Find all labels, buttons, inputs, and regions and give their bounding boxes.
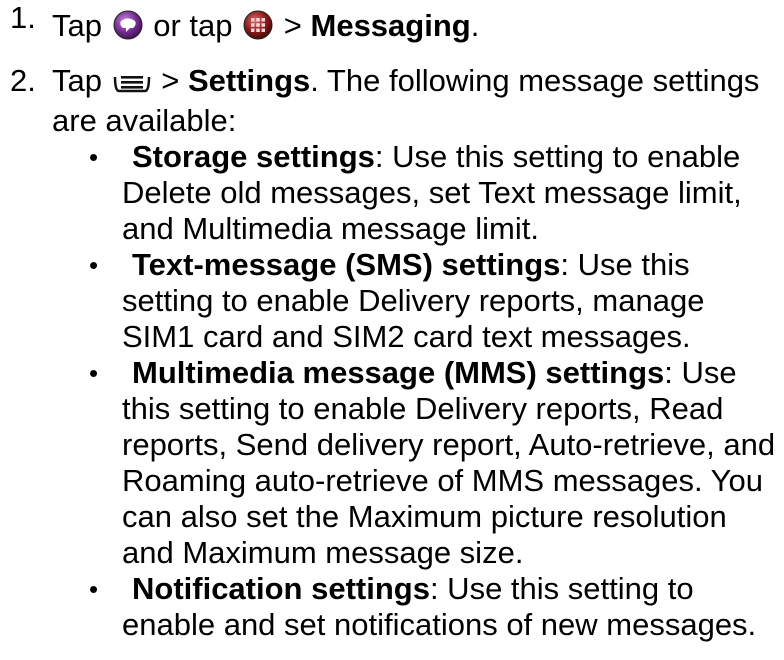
step-text: .	[470, 8, 480, 43]
step-text: >	[283, 8, 302, 43]
step-text: or tap	[153, 8, 233, 43]
setting-title: Multimedia message (MMS) settings	[132, 355, 665, 390]
menu-path-settings: Settings	[187, 63, 311, 98]
bullet-icon: •	[89, 250, 99, 280]
setting-title: Notification settings	[132, 571, 430, 606]
bullet-icon: •	[89, 358, 99, 388]
step-text: Tap	[52, 8, 102, 43]
bullet-icon: •	[89, 574, 99, 604]
list-item: • Multimedia message (MMS) settings: Use…	[52, 355, 784, 571]
menu-key-icon	[113, 67, 151, 103]
setting-title: Storage settings	[132, 139, 375, 174]
list-item: • Storage settings: Use this setting to …	[52, 139, 784, 247]
list-item: • Text-message (SMS) settings: Use this …	[52, 247, 784, 355]
bullet-icon: •	[89, 142, 99, 172]
step-number: 1.	[10, 0, 36, 35]
step-text: >	[161, 63, 180, 98]
step-1: 1. Tap or tap > Messaging.	[0, 0, 784, 48]
step-text: . The following message settings are ava…	[52, 63, 760, 138]
menu-path-messaging: Messaging	[310, 8, 471, 43]
step-number: 2.	[10, 63, 36, 98]
step-text: Tap	[52, 63, 102, 98]
step-2: 2. Tap > Settings. The following message…	[0, 63, 784, 643]
list-item: • Notification settings: Use this settin…	[52, 571, 784, 643]
settings-list: • Storage settings: Use this setting to …	[52, 139, 784, 643]
setting-title: Text-message (SMS) settings	[132, 247, 561, 282]
all-apps-icon	[243, 10, 273, 48]
messaging-app-icon	[113, 10, 143, 48]
instructions: 1. Tap or tap > Messaging. 2. Tap > Sett…	[0, 0, 784, 643]
